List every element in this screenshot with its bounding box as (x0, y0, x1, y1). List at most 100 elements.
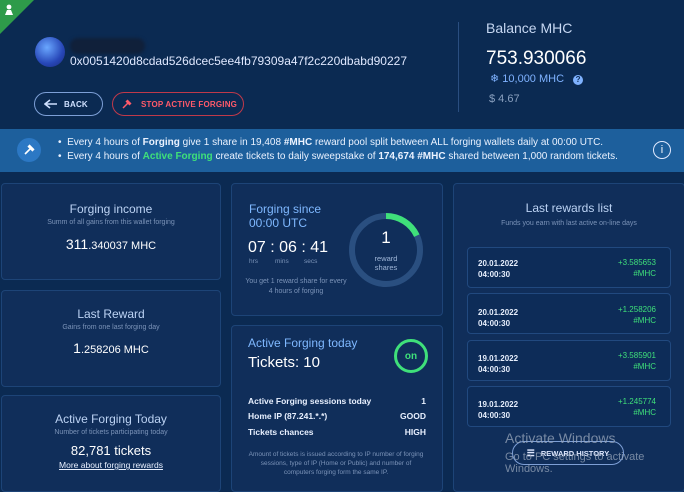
back-arrow-icon (44, 99, 57, 109)
header-divider (458, 22, 459, 112)
banner-text: reward pool split between ALL forging wa… (312, 137, 604, 148)
balance-mhc: ❄ 10,000 MHC ? (490, 72, 584, 85)
reward-time-value: 04:00:30 (478, 411, 511, 420)
reward-time-value: 04:00:30 (478, 270, 511, 279)
reward-amount: +3.585653 #MHC (618, 257, 656, 279)
active-today-title: Active Forging Today (55, 412, 167, 426)
forging-since-title: Forging since 00:00 UTC (249, 202, 321, 230)
tickets-chances-value: HIGH (404, 427, 426, 437)
last-reward-value: 1.258206 MHC (2, 340, 220, 356)
shares-label-2: shares (374, 263, 398, 272)
reward-amount-value: +1.245774 (617, 397, 656, 406)
banner-text: create tickets to daily sweepstake of (212, 151, 379, 162)
sessions-value: 1 (421, 396, 426, 406)
reward-item[interactable]: 19.01.2022 04:00:30 +1.245774 #MHC (467, 386, 671, 427)
avatar (35, 37, 65, 67)
reward-date: 20.01.2022 04:00:30 (478, 258, 518, 280)
income-int: 311 (65, 236, 89, 252)
last-rewards-sub: Funds you earn with last active on-line … (501, 220, 637, 227)
tickets-chances-label: Tickets chances (248, 427, 314, 437)
active-forging-card: Active Forging today Tickets: 10 on Acti… (231, 325, 443, 492)
banner-text-bold: Forging (142, 137, 180, 148)
banner-text: shared between 1,000 random tickets. (445, 151, 618, 162)
forging-income-sub: Summ of all gains from this wallet forgi… (47, 219, 175, 226)
reward-date-value: 19.01.2022 (478, 400, 519, 409)
banner-text-green: Active Forging (142, 151, 213, 162)
banner-text: Every 4 hours of (67, 151, 143, 162)
timer-seconds: 41 (310, 239, 329, 256)
stop-active-forging-button[interactable]: STOP ACTIVE FORGING (112, 92, 244, 116)
reward-shares-label: reward shares (346, 254, 426, 272)
timer-minutes: 06 (279, 239, 297, 256)
reward-unit: #MHC (633, 269, 656, 278)
banner-line-1: • Every 4 hours of Forging give 1 share … (58, 137, 604, 148)
banner-line-2: • Every 4 hours of Active Forging create… (58, 151, 618, 162)
active-today-value: 82,781 tickets (70, 443, 152, 458)
reward-item[interactable]: 20.01.2022 04:00:30 +1.258206 #MHC (467, 293, 671, 334)
forging-income-card: Forging income Summ of all gains from th… (1, 183, 221, 280)
forging-income-value: 311.340037 MHC (2, 236, 220, 252)
active-forging-today-card: Active Forging Today Number of tickets p… (1, 395, 221, 492)
home-ip-label: Home IP (87.241.*.*) (248, 411, 328, 421)
reward-amount: +3.585901 #MHC (618, 350, 656, 372)
balance-usd: $ 4.67 (489, 93, 520, 105)
reward-amount: +1.258206 #MHC (618, 304, 656, 326)
timer-seconds-label: secs (304, 258, 318, 265)
home-ip-value: GOOD (400, 411, 426, 421)
active-today-sub: Number of tickets participating today (54, 429, 168, 436)
forging-income-title: Forging income (69, 202, 153, 216)
reward-date: 20.01.2022 04:00:30 (478, 307, 518, 329)
forging-since-label: Forging since (249, 202, 322, 216)
reward-amount-value: +1.258206 (617, 305, 656, 314)
forging-banner-icon (17, 138, 41, 162)
reward-amount: +1.245774 #MHC (618, 396, 656, 418)
timer-minutes-label: mins (275, 258, 289, 265)
reward-shares-value: 1 (381, 228, 391, 247)
tickets-count: Tickets: 10 (248, 354, 320, 371)
wallet-address: 0x0051420d8cdad526dcec5ee4fb79309a47f2c2… (70, 54, 407, 68)
shares-label-1: reward (374, 254, 398, 263)
activate-windows-title: Activate Windows (505, 430, 616, 446)
sessions-label: Active Forging sessions today (248, 396, 372, 406)
timer-hours: 07 (248, 239, 266, 256)
info-icon[interactable]: i (653, 141, 671, 159)
income-dec: .340037 MHC (88, 240, 157, 252)
last-reward-sub: Gains from one last forging day (62, 324, 160, 331)
balance-value: 753.930066 (486, 48, 587, 69)
more-about-rewards-link[interactable]: More about forging rewards (2, 460, 220, 470)
active-forging-note: Amount of tickets is issued according to… (248, 451, 424, 476)
forging-since-time: 00:00 UTC (249, 216, 308, 230)
reward-time-value: 04:00:30 (478, 319, 511, 328)
forging-since-note: You get 1 reward share for every 4 hours… (245, 278, 347, 295)
reward-item[interactable]: 20.01.2022 04:00:30 +3.585653 #MHC (467, 247, 671, 288)
reward-unit: #MHC (633, 316, 656, 325)
reward-date: 19.01.2022 04:00:30 (478, 399, 518, 421)
reward-item[interactable]: 19.01.2022 04:00:30 +3.585901 #MHC (467, 340, 671, 381)
active-forging-title: Active Forging today (248, 336, 358, 350)
reward-amount-value: +3.585653 (617, 258, 656, 267)
back-button[interactable]: BACK (34, 92, 103, 116)
help-icon[interactable]: ? (573, 75, 584, 85)
last-rewards-title: Last rewards list (525, 201, 613, 215)
banner-text: Every 4 hours of (67, 137, 143, 148)
last-reward-title: Last Reward (77, 307, 145, 321)
reward-int: 1 (73, 340, 81, 356)
banner-text: give 1 share in 19,408 (179, 137, 284, 148)
banner-text-bold: 174,674 #MHC (378, 151, 446, 162)
forging-icon (122, 99, 132, 109)
back-button-label: BACK (64, 99, 88, 109)
reward-unit: #MHC (633, 408, 656, 417)
reward-amount-value: +3.585901 (617, 351, 656, 360)
username-redacted (70, 38, 145, 54)
last-reward-card: Last Reward Gains from one last forging … (1, 290, 221, 387)
reward-time-value: 04:00:30 (478, 365, 511, 374)
forging-timer: 07 : 06 : 41 (248, 239, 329, 256)
stop-button-label: STOP ACTIVE FORGING (141, 99, 238, 109)
user-icon (5, 4, 13, 15)
reward-date-value: 20.01.2022 (478, 308, 519, 317)
active-forging-toggle[interactable]: on (394, 339, 428, 373)
balance-title: Balance MHC (486, 20, 573, 36)
activate-windows-sub: Go to PC settings to activate Windows. (505, 451, 645, 475)
reward-dec: .258206 MHC (80, 344, 149, 356)
reward-date-value: 19.01.2022 (478, 354, 519, 363)
